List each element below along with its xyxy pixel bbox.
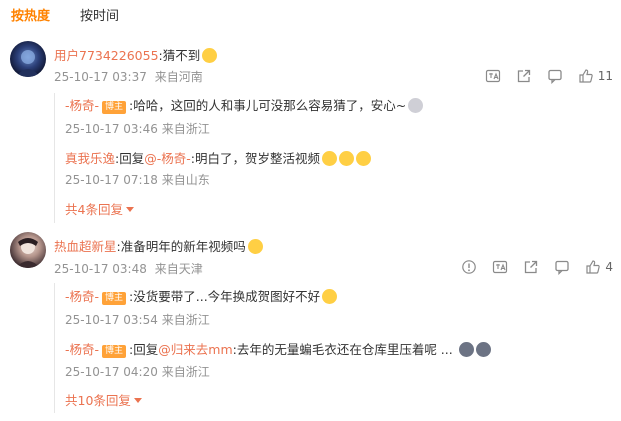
author-badge: 博主	[102, 345, 127, 358]
like-count: 11	[597, 69, 613, 83]
comment-username[interactable]: 用户7734226055	[54, 48, 159, 63]
reply-text: :明白了，贺岁整活视频	[190, 151, 320, 166]
reply-text: :没货要带了...今年换成贺图好不好	[129, 289, 321, 304]
tab-by-time[interactable]: 按时间	[80, 7, 119, 29]
reply-location: 来自山东	[161, 173, 210, 187]
mention-link[interactable]: @归来去mm	[158, 342, 232, 357]
avatar[interactable]	[10, 41, 46, 77]
comment-location: 来自河南	[154, 70, 203, 84]
reply-time: 25-10-17 03:54	[65, 313, 158, 327]
reply-item: -杨奇- 博主:没货要带了...今年换成贺图好不好	[65, 286, 338, 305]
reply-time: 25-10-17 04:20	[65, 365, 158, 379]
more-replies-label: 共4条回复	[65, 202, 123, 217]
like-count: 4	[605, 260, 613, 274]
reply-prefix: :回复	[115, 151, 145, 166]
reply-text: :哈哈，这回的人和事儿可没那么容易猜了，安心~	[129, 98, 407, 113]
sort-tabs: 按热度 按时间	[11, 7, 119, 29]
more-replies-label: 共10条回复	[65, 393, 131, 408]
reply-item: -杨奇- 博主:哈哈，这回的人和事儿可没那么容易猜了，安心~	[65, 95, 424, 114]
like-button[interactable]: 4	[585, 259, 613, 275]
sweat-emoji-icon	[322, 289, 338, 304]
view-more-replies[interactable]: 共10条回复	[65, 390, 142, 409]
comment-username[interactable]: 热血超新星	[54, 239, 117, 254]
comment-header: 热血超新星:准备明年的新年视频吗	[54, 236, 263, 255]
reply-text: :去年的无量蝙毛衣还在仓库里压着呢 ...	[232, 342, 453, 357]
comment-location: 来自天津	[154, 262, 203, 276]
comment-time: 25-10-17 03:37	[54, 70, 147, 84]
reply-item: -杨奇- 博主:回复@归来去mm:去年的无量蝙毛衣还在仓库里压着呢 ...	[65, 339, 491, 358]
reply-list: -杨奇- 博主:没货要带了...今年换成贺图好不好 25-10-17 03:54 …	[54, 283, 610, 413]
caret-down-icon	[125, 207, 134, 212]
crying-emoji-icon	[475, 342, 491, 357]
report-icon[interactable]	[461, 259, 477, 275]
reply-prefix: :回复	[129, 342, 159, 357]
reply-username[interactable]: -杨奇-	[65, 98, 99, 113]
caret-down-icon	[133, 398, 142, 403]
share-icon[interactable]	[516, 68, 532, 84]
reply-location: 来自浙江	[161, 365, 210, 379]
tab-by-hot[interactable]: 按热度	[11, 7, 50, 29]
face-emoji-icon	[408, 98, 424, 113]
party-emoji-icon	[247, 239, 263, 254]
reply-username[interactable]: -杨奇-	[65, 289, 99, 304]
reply-item: 真我乐逸:回复@-杨奇-:明白了，贺岁整活视频	[65, 148, 371, 167]
reply-time: 25-10-17 03:46	[65, 122, 158, 136]
comment-icon[interactable]	[554, 259, 570, 275]
crying-emoji-icon	[458, 342, 474, 357]
thumbs-up-icon	[585, 259, 601, 275]
share-icon[interactable]	[523, 259, 539, 275]
author-badge: 博主	[102, 292, 127, 305]
mention-link[interactable]: @-杨奇-	[144, 151, 191, 166]
reply-meta: 25-10-17 03:46 来自浙江	[65, 120, 210, 137]
doge-emoji-icon	[338, 151, 354, 166]
view-more-replies[interactable]: 共4条回复	[65, 199, 134, 218]
comment-meta: 25-10-17 03:37 来自河南	[54, 68, 207, 85]
author-badge: 博主	[102, 101, 127, 114]
reply-meta: 25-10-17 07:18 来自山东	[65, 171, 210, 188]
thinking-emoji-icon	[202, 48, 218, 63]
reply-meta: 25-10-17 04:20 来自浙江	[65, 363, 210, 380]
reply-username[interactable]: -杨奇-	[65, 342, 99, 357]
comment-actions: 11	[485, 68, 613, 84]
comment-text: :猜不到	[158, 48, 201, 63]
doge-emoji-icon	[321, 151, 337, 166]
reply-location: 来自浙江	[161, 313, 210, 327]
reply-location: 来自浙江	[161, 122, 210, 136]
comment-text: :准备明年的新年视频吗	[116, 239, 246, 254]
comment-icon[interactable]	[547, 68, 563, 84]
comment-header: 用户7734226055:猜不到	[54, 45, 218, 64]
comment-meta: 25-10-17 03:48 来自天津	[54, 260, 207, 277]
comment-time: 25-10-17 03:48	[54, 262, 147, 276]
like-button[interactable]: 11	[578, 68, 613, 84]
reply-username[interactable]: 真我乐逸	[65, 151, 115, 166]
reply-meta: 25-10-17 03:54 来自浙江	[65, 311, 210, 328]
thumbs-up-icon	[578, 68, 594, 84]
comment-actions: 4	[461, 259, 613, 275]
translate-icon[interactable]	[485, 68, 501, 84]
translate-icon[interactable]	[492, 259, 508, 275]
avatar[interactable]	[10, 232, 46, 268]
reply-list: -杨奇- 博主:哈哈，这回的人和事儿可没那么容易猜了，安心~ 25-10-17 0…	[54, 93, 610, 223]
doge-emoji-icon	[355, 151, 371, 166]
reply-time: 25-10-17 07:18	[65, 173, 158, 187]
